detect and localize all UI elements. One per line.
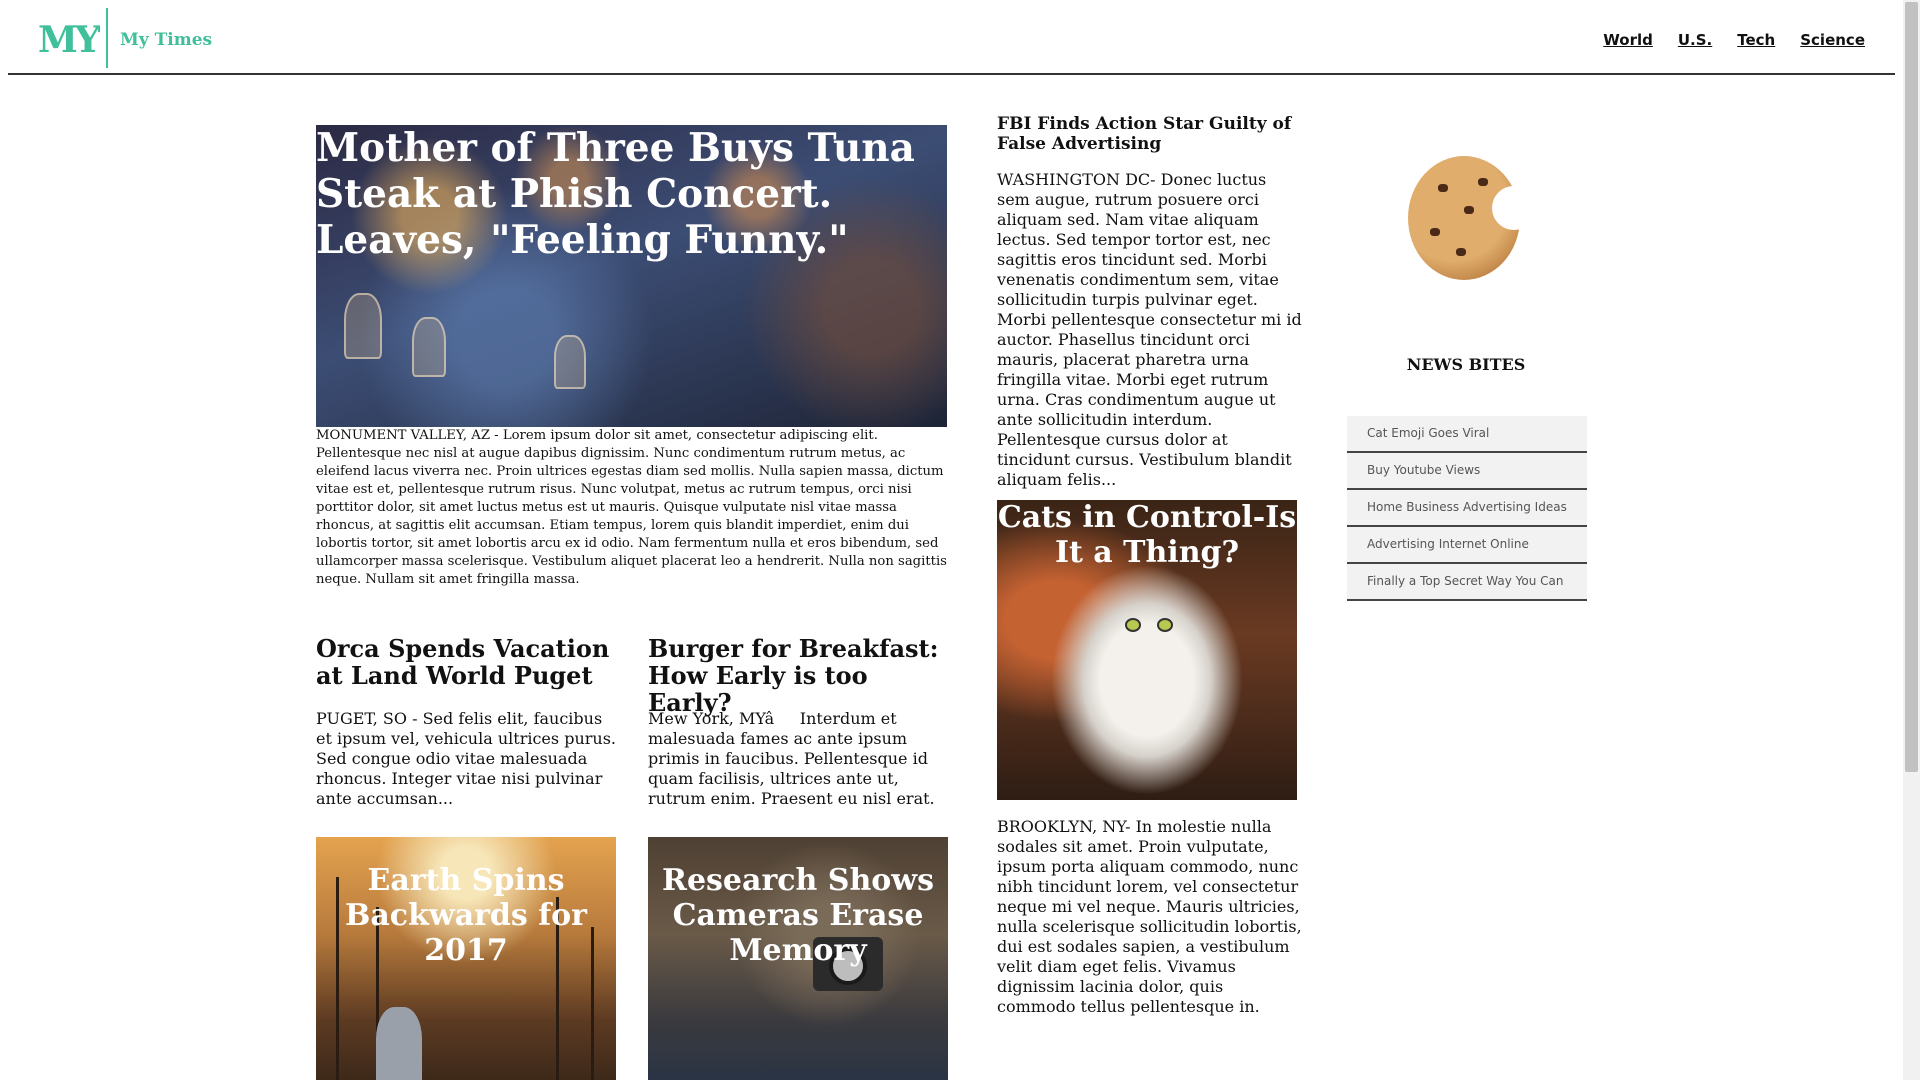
glass-shape (412, 317, 446, 377)
news-bites-list: Cat Emoji Goes Viral Buy Youtube Views H… (1347, 416, 1587, 601)
nav-science[interactable]: Science (1800, 31, 1865, 49)
cat-eye (1157, 618, 1173, 632)
orca-summary: PUGET, SO - Sed felis elit, faucibus et … (316, 709, 616, 808)
glass-shape (554, 335, 586, 389)
news-bite-item[interactable]: Advertising Internet Online (1347, 527, 1587, 564)
cameras-headline[interactable]: Research Shows Cameras Erase Memory (648, 863, 948, 968)
nav-tech[interactable]: Tech (1737, 31, 1775, 49)
news-bites-heading: NEWS BITES (1406, 355, 1526, 374)
main-nav: World U.S. Tech Science (1603, 31, 1865, 49)
cat-eye (1125, 618, 1141, 632)
hero-image[interactable]: Mother of Three Buys Tuna Steak at Phish… (316, 125, 947, 427)
chocolate-chip (1456, 248, 1466, 256)
hero-headline[interactable]: Mother of Three Buys Tuna Steak at Phish… (316, 125, 947, 263)
nav-us[interactable]: U.S. (1678, 31, 1712, 49)
orca-headline[interactable]: Orca Spends Vacation at Land World Puget (316, 635, 616, 689)
child-figure (376, 1007, 422, 1080)
news-bite-item[interactable]: Buy Youtube Views (1347, 453, 1587, 490)
fbi-summary: WASHINGTON DC- Donec luctus sem augue, r… (997, 170, 1302, 489)
chocolate-chip (1464, 206, 1474, 214)
chocolate-chip (1478, 178, 1488, 186)
myt-logo[interactable]: MYT (38, 14, 100, 60)
cats-headline[interactable]: Cats in Control-Is It a Thing? (997, 500, 1297, 570)
news-bite-item[interactable]: Cat Emoji Goes Viral (1347, 416, 1587, 453)
logo-text: MYT (38, 19, 100, 60)
earth-headline[interactable]: Earth Spins Backwards for 2017 (316, 863, 616, 968)
page-scrollbar[interactable] (1903, 0, 1920, 1080)
burger-summary: Mew York, MYâInterdum et malesuada fam… (648, 709, 935, 808)
brand-name[interactable]: My Times (120, 30, 212, 50)
burger-headline[interactable]: Burger for Breakfast: How Early is too E… (648, 635, 948, 716)
cats-story-image[interactable]: Cats in Control-Is It a Thing? (997, 500, 1297, 800)
site-header: MYT My Times World U.S. Tech Science (8, 0, 1895, 75)
news-bite-item[interactable]: Home Business Advertising Ideas (1347, 490, 1587, 527)
earth-story-image[interactable]: Earth Spins Backwards for 2017 (316, 837, 616, 1080)
chocolate-chip (1430, 228, 1440, 236)
hero-article-body: MONUMENT VALLEY, AZ - Lorem ipsum dolor … (316, 428, 947, 587)
logo-divider (106, 8, 108, 68)
cameras-story-image[interactable]: Research Shows Cameras Erase Memory (648, 837, 948, 1080)
cookie-bite (1492, 186, 1536, 230)
news-bite-item[interactable]: Finally a Top Secret Way You Can (1347, 564, 1587, 601)
scrollbar-thumb[interactable] (1905, 2, 1918, 772)
fbi-headline[interactable]: FBI Finds Action Star Guilty of False Ad… (997, 114, 1297, 154)
glass-shape (344, 293, 382, 359)
cookie-image (1408, 156, 1536, 280)
nav-world[interactable]: World (1603, 31, 1653, 49)
cats-summary: BROOKLYN, NY- In molestie nulla sodales … (997, 817, 1302, 1016)
chocolate-chip (1438, 184, 1448, 192)
